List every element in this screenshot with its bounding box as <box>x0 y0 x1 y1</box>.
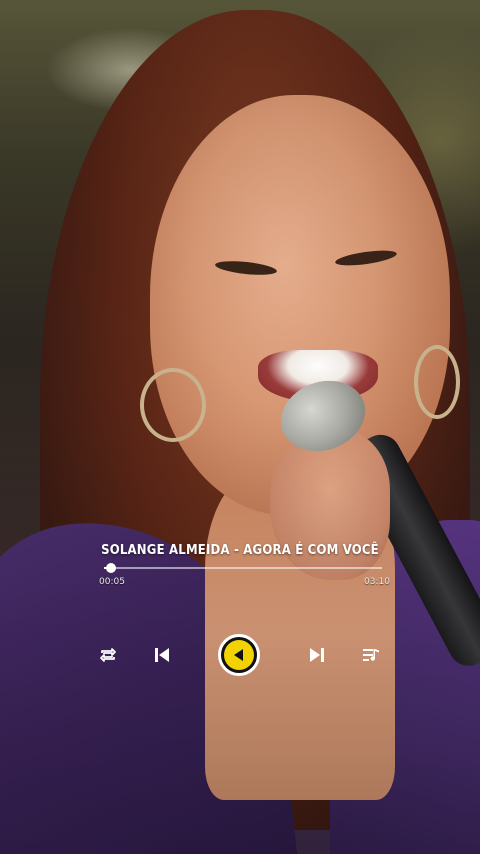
skip-previous-icon <box>155 648 169 662</box>
progress-knob[interactable] <box>106 563 117 573</box>
current-time: 00:05 <box>99 577 125 587</box>
repeat-button[interactable] <box>95 642 121 668</box>
play-button[interactable] <box>218 634 260 676</box>
skip-next-icon <box>310 648 324 662</box>
playlist-button[interactable] <box>358 642 384 668</box>
music-player-overlay: SOLANGE ALMEIDA - AGORA É COM VOCÊ 00:05… <box>0 0 480 854</box>
total-time: 03:10 <box>364 577 390 587</box>
play-icon <box>234 649 243 661</box>
repeat-icon <box>100 648 116 662</box>
next-button[interactable] <box>304 642 330 668</box>
playlist-icon <box>363 649 379 661</box>
previous-button[interactable] <box>149 642 175 668</box>
progress-bar[interactable] <box>104 563 382 573</box>
song-title: SOLANGE ALMEIDA - AGORA É COM VOCÊ <box>101 543 379 558</box>
